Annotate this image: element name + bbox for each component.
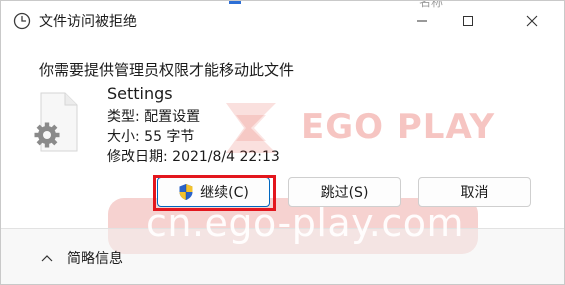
- cancel-button-label: 取消: [460, 185, 489, 201]
- details-toggle[interactable]: 简略信息: [41, 248, 123, 268]
- watermark-url: cn.ego-play.com: [146, 201, 464, 245]
- background-window-accent: [229, 1, 241, 4]
- minimize-icon: [417, 20, 427, 22]
- gear-file-icon: [34, 92, 78, 152]
- watermark-brand: EGO PLAY: [301, 107, 496, 147]
- skip-button-label: 跳过(S): [320, 185, 369, 201]
- dialog-heading: 你需要提供管理员权限才能移动此文件: [39, 61, 295, 79]
- maximize-icon: [463, 16, 473, 26]
- window-title: 文件访问被拒绝: [39, 14, 137, 30]
- file-type: 类型: 配置设置: [107, 109, 201, 125]
- file-name: Settings: [107, 84, 173, 103]
- file-access-denied-dialog: 名称 文件访问被拒绝 你需要提供管理员权限才能移动此文件 Settings 类型…: [0, 0, 565, 285]
- title-bar[interactable]: 名称 文件访问被拒绝: [1, 1, 564, 41]
- chevron-up-icon: [41, 255, 53, 262]
- file-size: 大小: 55 字节: [107, 129, 195, 145]
- clock-icon: [13, 12, 31, 30]
- watermark-logo: [226, 103, 276, 153]
- maximize-button[interactable]: [446, 5, 490, 37]
- details-toggle-label: 简略信息: [67, 251, 123, 267]
- close-button[interactable]: [510, 5, 554, 37]
- close-icon: [526, 15, 538, 27]
- minimize-button[interactable]: [400, 5, 444, 37]
